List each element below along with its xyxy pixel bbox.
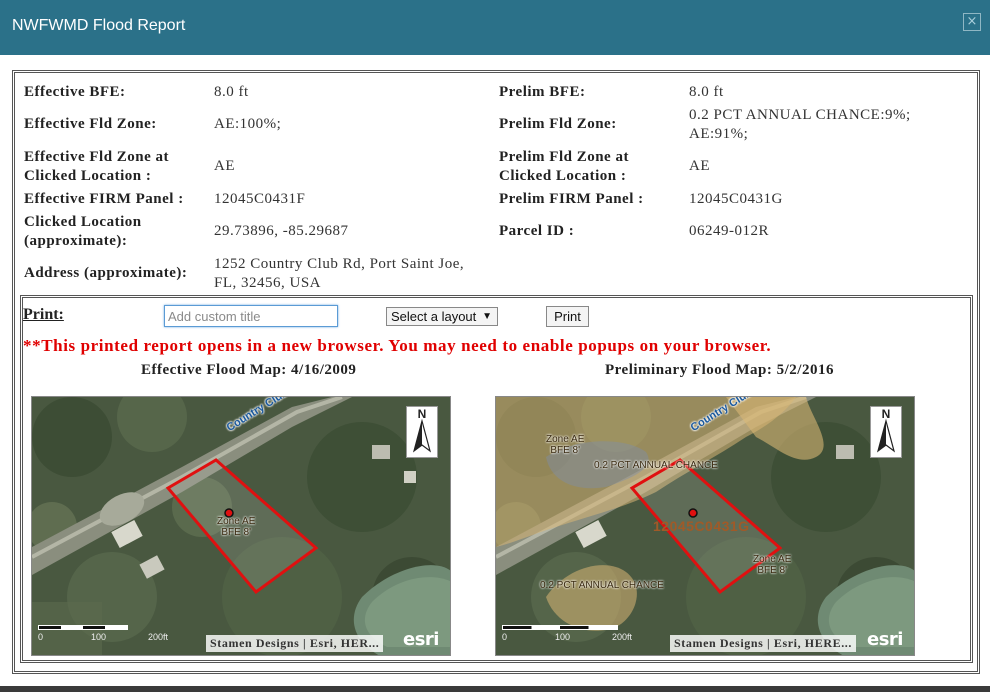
scale-label-100: 100 <box>555 632 571 642</box>
prelim-panel-label: Prelim FIRM Panel : <box>499 191 644 207</box>
effective-zone-label: Effective Fld Zone: <box>24 116 157 132</box>
effective-panel-label: Effective FIRM Panel : <box>24 191 184 207</box>
prelim-zone-clicked-label-1: Prelim Fld Zone at <box>499 149 629 165</box>
scale-bar <box>502 625 618 630</box>
map-attribution: Stamen Designs | Esri, HER... <box>206 635 384 652</box>
effective-zone-label-map-2: BFE 8' <box>221 527 252 538</box>
north-arrow-icon: N <box>406 406 438 458</box>
scale-label-200: 200ft <box>612 632 633 642</box>
prelim-bfe-value: 8.0 ft <box>689 84 724 100</box>
prelim-zone-clicked-value: AE <box>689 158 710 174</box>
chevron-down-icon: ▼ <box>482 311 492 322</box>
map-attribution: Stamen Designs | Esri, HERE... <box>670 635 856 652</box>
effective-zone-clicked-label-1: Effective Fld Zone at <box>24 149 170 165</box>
prelim-bfe-label: Prelim BFE: <box>499 84 586 100</box>
address-value-1: 1252 Country Club Rd, Port Saint Joe, <box>214 256 465 272</box>
preliminary-zone-label-2: Zone AE BFE 8' <box>753 554 791 576</box>
scale-label-200: 200ft <box>148 632 169 642</box>
dialog-titlebar: NWFWMD Flood Report × <box>0 0 990 55</box>
effective-bfe-label: Effective BFE: <box>24 84 126 100</box>
pct-label-bottom: 0.2 PCT ANNUAL CHANCE <box>540 580 664 591</box>
effective-bfe-value: 8.0 ft <box>214 84 249 100</box>
prelim-zone-clicked-label-2: Clicked Location : <box>499 168 627 184</box>
parcel-id-label: Parcel ID : <box>499 223 575 239</box>
preliminary-map-title: Preliminary Flood Map: 5/2/2016 <box>605 362 834 378</box>
popup-warning: **This printed report opens in a new bro… <box>23 336 772 355</box>
clicked-location-label-2: (approximate): <box>24 233 128 249</box>
prelim-panel-value: 12045C0431G <box>689 191 783 207</box>
preliminary-zone-label-1-line2: BFE 8' <box>550 445 581 456</box>
effective-flood-map[interactable]: Country Club Zone AE BFE 8' N 0 100 200f… <box>31 396 451 656</box>
effective-zone-clicked-label-2: Clicked Location : <box>24 168 152 184</box>
esri-logo: esri <box>403 629 439 650</box>
preliminary-zone-label-1: Zone AE BFE 8' <box>546 434 584 456</box>
compass-icon <box>876 418 896 453</box>
address-value-2: FL, 32456, USA <box>214 275 322 291</box>
north-arrow-icon: N <box>870 406 902 458</box>
pct-label-top: 0.2 PCT ANNUAL CHANCE <box>594 460 718 471</box>
scale-bar <box>38 625 128 630</box>
panel-number-label: 12045C0431G <box>653 518 750 534</box>
layout-select[interactable]: Select a layout ▼ <box>386 307 498 326</box>
print-button[interactable]: Print <box>546 306 589 327</box>
prelim-zone-value-1: 0.2 PCT ANNUAL CHANCE:9%; <box>689 107 911 123</box>
preliminary-zone-label-1-line1: Zone AE <box>546 434 585 445</box>
bottom-edge <box>0 686 990 692</box>
scale-label-0: 0 <box>38 632 44 642</box>
parcel-id-value: 06249-012R <box>689 223 769 239</box>
effective-map-title: Effective Flood Map: 4/16/2009 <box>141 362 357 378</box>
effective-zone-label-map-1: Zone AE <box>217 516 256 527</box>
effective-panel-value: 12045C0431F <box>214 191 306 207</box>
effective-zone-label-map: Zone AE BFE 8' <box>217 516 255 538</box>
clicked-location-marker <box>688 508 698 518</box>
preliminary-zone-label-2-line2: BFE 8' <box>757 565 788 576</box>
compass-icon <box>412 418 432 453</box>
preliminary-zone-label-2-line1: Zone AE <box>753 554 792 565</box>
print-label: Print: <box>23 306 64 323</box>
prelim-zone-value-2: AE:91%; <box>689 126 749 142</box>
effective-zone-value: AE:100%; <box>214 116 282 132</box>
clicked-location-label-1: Clicked Location <box>24 214 142 230</box>
address-label: Address (approximate): <box>24 265 188 281</box>
dialog-title: NWFWMD Flood Report <box>12 17 186 34</box>
custom-title-input[interactable] <box>164 305 338 327</box>
effective-zone-clicked-value: AE <box>214 158 235 174</box>
scale-label-0: 0 <box>502 632 508 642</box>
clicked-location-value: 29.73896, -85.29687 <box>214 223 349 239</box>
scale-label-100: 100 <box>91 632 107 642</box>
esri-logo: esri <box>867 629 903 650</box>
preliminary-flood-map[interactable]: Country Club Zone AE BFE 8' 0.2 PCT ANNU… <box>495 396 915 656</box>
close-icon[interactable]: × <box>963 13 981 31</box>
prelim-zone-label: Prelim Fld Zone: <box>499 116 617 132</box>
layout-select-value: Select a layout <box>391 309 477 324</box>
